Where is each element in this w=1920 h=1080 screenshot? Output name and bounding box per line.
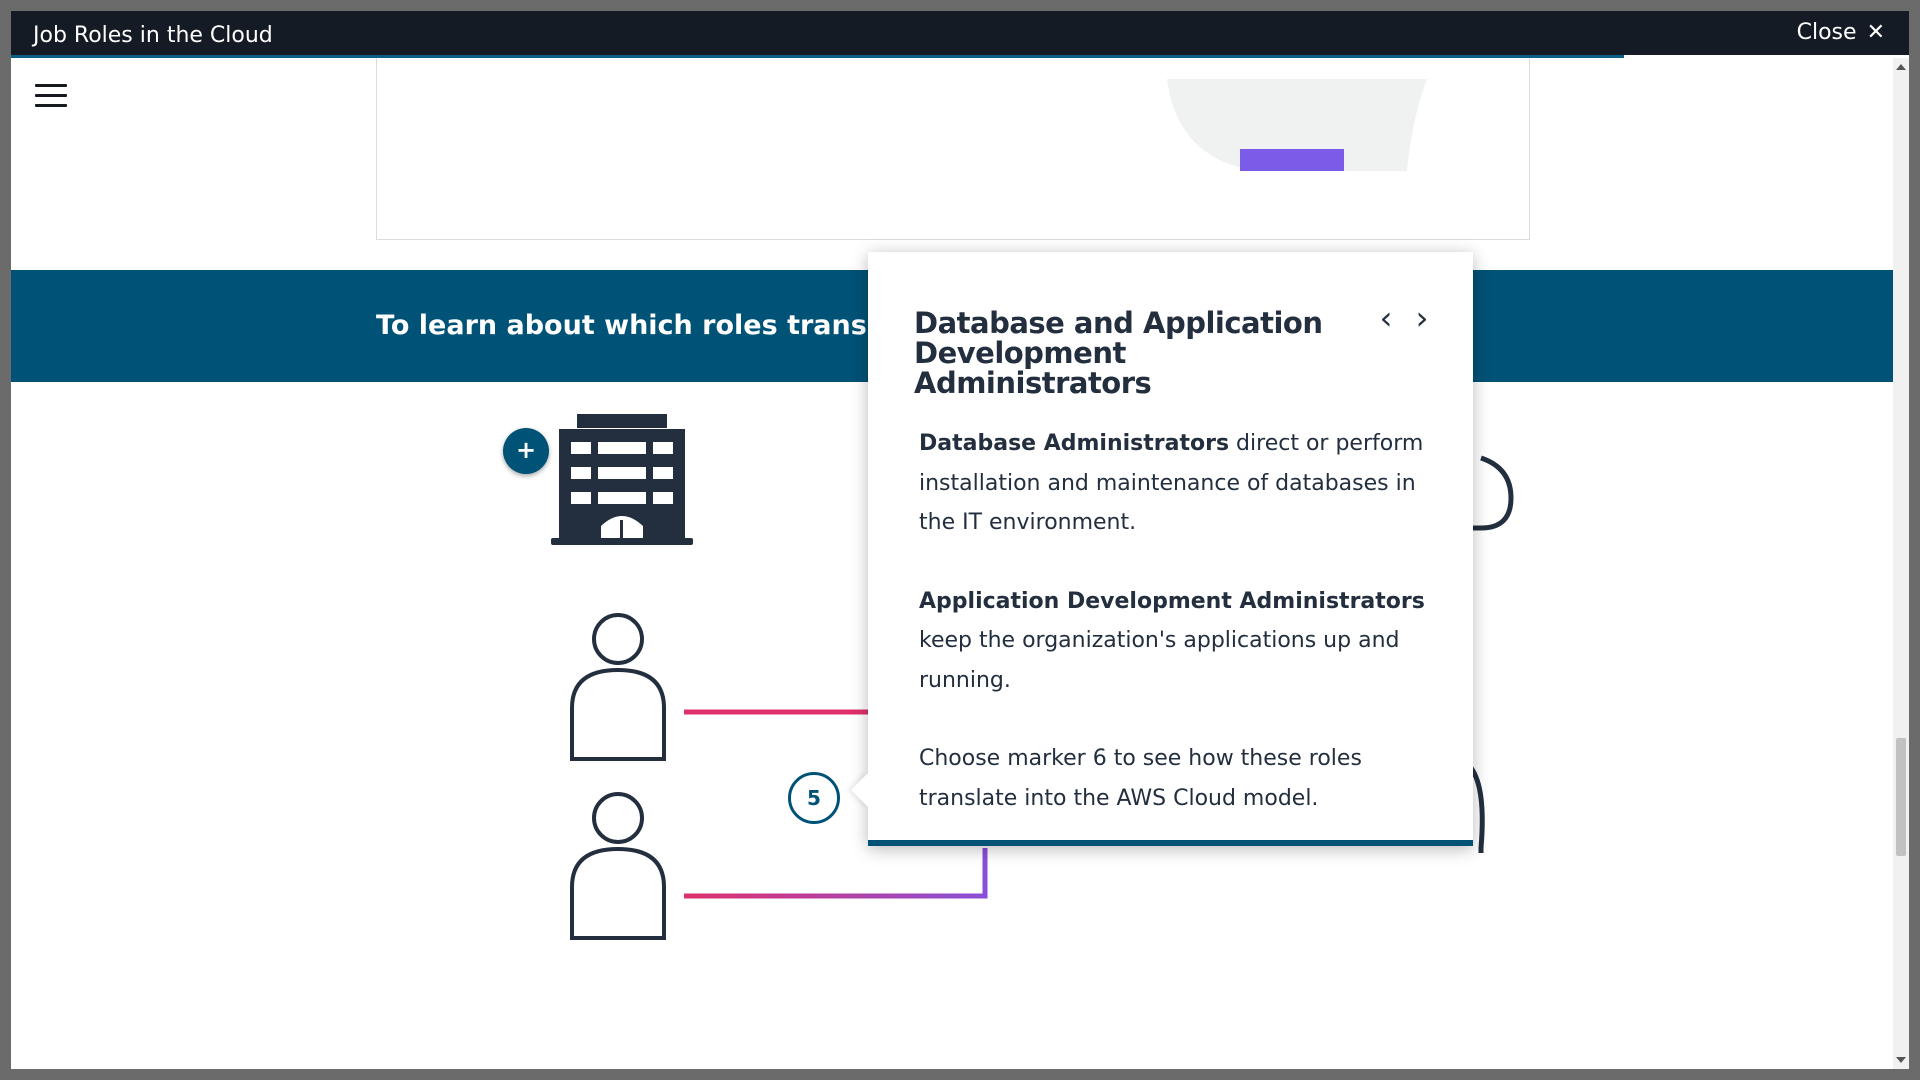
popover-body: Database Administrators direct or perfor… [919,424,1429,857]
person-icon [570,792,666,940]
app-window: Job Roles in the Cloud Close ✕ To learn … [11,11,1909,1069]
close-label: Close [1796,20,1857,45]
vertical-scrollbar[interactable] [1893,58,1909,1069]
scroll-up-icon[interactable] [1896,64,1906,70]
person-icon [570,613,666,761]
paragraph-bold: Application Development Administrators [919,588,1425,614]
popover-paragraph: Application Development Administrators k… [919,582,1429,701]
paragraph-text: Choose marker 6 to see how these roles t… [919,746,1362,811]
title-bar: Job Roles in the Cloud Close ✕ [11,11,1909,55]
window-title: Job Roles in the Cloud [33,23,273,48]
popover-paragraph: Database Administrators direct or perfor… [919,424,1429,543]
scroll-down-icon[interactable] [1896,1057,1906,1063]
popover-nav: ‹ › [1375,302,1433,334]
chevron-right-icon[interactable]: › [1411,302,1433,334]
chevron-left-icon[interactable]: ‹ [1375,302,1397,334]
marker-5-button[interactable]: 5 [788,772,840,824]
popover-paragraph: Choose marker 6 to see how these roles t… [919,739,1429,818]
close-icon: ✕ [1866,20,1885,45]
lesson-content: To learn about which roles translate to … [11,58,1893,1069]
paragraph-text: keep the organization's applications up … [919,628,1400,693]
close-button[interactable]: Close ✕ [1797,20,1885,46]
scrollbar-thumb[interactable] [1896,738,1906,856]
marker-plus-button[interactable]: + [503,428,549,474]
paragraph-bold: Database Administrators [919,431,1230,456]
info-popover: Database and Application Development Adm… [851,252,1473,846]
popover-title: Database and Application Development Adm… [914,306,1323,400]
